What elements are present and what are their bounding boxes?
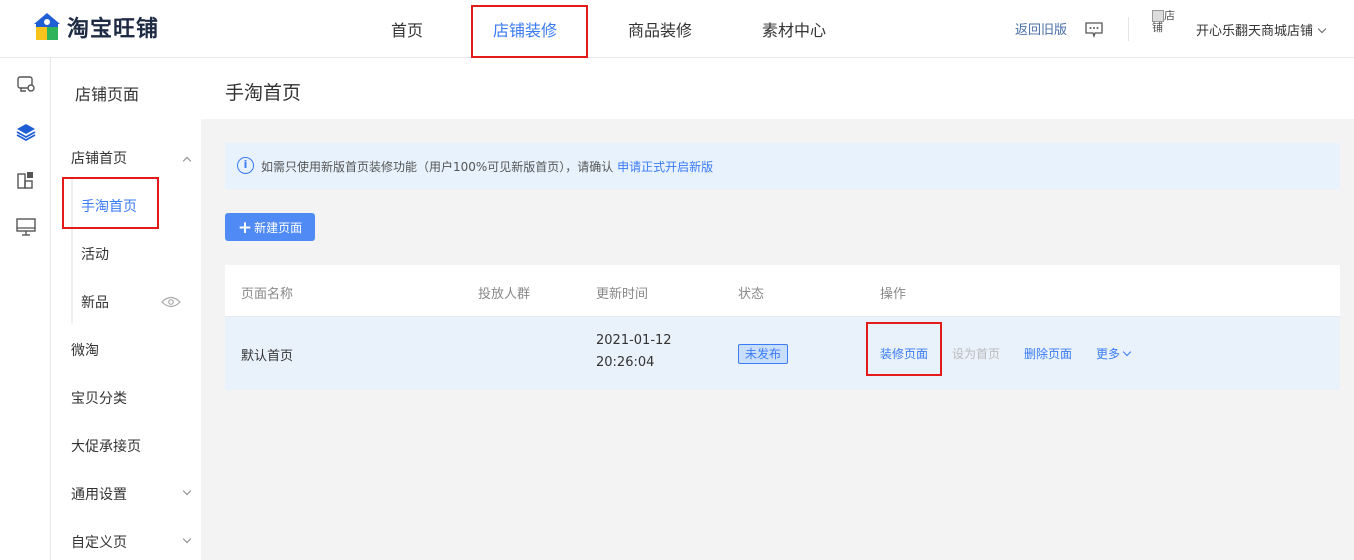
sidebar-title: 店铺页面 (75, 85, 140, 104)
chevron-down-icon[interactable] (182, 486, 192, 496)
shop-name-dropdown[interactable]: 开心乐翻天商城店铺 (1196, 20, 1327, 39)
nav-product-decoration[interactable]: 商品装修 (628, 17, 692, 41)
chevron-up-icon[interactable] (182, 156, 192, 166)
page-sidebar: 店铺页面 店铺首页 手淘首页 活动 新品 微淘 宝贝分类 大促承接页 通用设置 … (51, 58, 201, 560)
updated-date: 2021-01-12 (596, 333, 672, 348)
chevron-down-icon[interactable] (182, 534, 192, 544)
page-title: 手淘首页 (225, 82, 302, 104)
eye-icon[interactable] (161, 296, 181, 308)
shop-name: 开心乐翻天商城店铺 (1196, 24, 1314, 39)
sidebar-item-categories[interactable]: 宝贝分类 (71, 388, 127, 408)
avatar[interactable]: 店铺 (1152, 10, 1182, 46)
brand-logo[interactable]: 淘宝旺铺 (33, 11, 159, 43)
sidebar-item-new-arrivals[interactable]: 新品 (81, 292, 109, 312)
brand-name: 淘宝旺铺 (67, 17, 160, 42)
notice-message: 如需只使用新版首页装修功能（用户100%可见新版首页），请确认 (261, 160, 614, 174)
new-page-label: 新建页面 (254, 221, 303, 235)
column-header-name: 页面名称 (241, 287, 294, 302)
main-header: 手淘首页 (201, 58, 1354, 119)
icon-rail (0, 58, 51, 560)
more-label: 更多 (1096, 347, 1121, 361)
page-name-cell: 默认首页 (241, 349, 294, 364)
highlight-box-decorate (866, 322, 942, 376)
top-bar: 淘宝旺铺 首页 店铺装修 商品装修 素材中心 返回旧版 店铺 开心乐翻天商城店铺 (0, 0, 1354, 58)
info-icon: i (237, 157, 254, 174)
pages-table: 页面名称 投放人群 更新时间 状态 操作 默认首页 2021-01-12 20:… (225, 265, 1340, 390)
status-badge: 未发布 (738, 344, 789, 364)
taobao-shop-logo-icon (34, 13, 60, 40)
more-actions-dropdown[interactable]: 更多 (1096, 345, 1132, 362)
column-header-status: 状态 (738, 287, 765, 302)
table-row: 默认首页 2021-01-12 20:26:04 未发布 装修页面 设为首页 删… (225, 316, 1340, 390)
monitor-icon[interactable] (16, 217, 36, 237)
notice-text: 如需只使用新版首页装修功能（用户100%可见新版首页），请确认 申请正式开启新版 (261, 158, 713, 175)
back-to-old-version-link[interactable]: 返回旧版 (1015, 19, 1067, 38)
apply-new-version-link[interactable]: 申请正式开启新版 (617, 160, 713, 174)
sidebar-group-shop-home[interactable]: 店铺首页 (71, 148, 127, 168)
chevron-down-icon (1122, 347, 1132, 357)
sidebar-item-custom-pages[interactable]: 自定义页 (71, 532, 127, 552)
sidebar-item-promo-landing[interactable]: 大促承接页 (71, 436, 141, 456)
layers-icon[interactable] (16, 122, 36, 142)
shop-settings-icon[interactable] (16, 74, 36, 94)
column-header-actions: 操作 (880, 287, 907, 302)
modules-icon[interactable] (16, 170, 36, 190)
header-divider (1128, 17, 1129, 41)
chevron-down-icon (1317, 24, 1327, 34)
main-content: i 如需只使用新版首页装修功能（用户100%可见新版首页），请确认 申请正式开启… (201, 119, 1354, 560)
delete-page-button[interactable]: 删除页面 (1024, 345, 1072, 362)
nav-home[interactable]: 首页 (391, 17, 423, 41)
column-header-updated: 更新时间 (596, 287, 649, 302)
notice-banner: i 如需只使用新版首页装修功能（用户100%可见新版首页），请确认 申请正式开启… (225, 143, 1340, 189)
new-page-button[interactable]: + 新建页面 (225, 213, 315, 241)
nav-material-center[interactable]: 素材中心 (762, 17, 826, 41)
sidebar-item-activity[interactable]: 活动 (81, 244, 109, 264)
column-header-audience: 投放人群 (478, 287, 531, 302)
highlight-box-sidebar (62, 177, 159, 229)
sidebar-item-weitao[interactable]: 微淘 (71, 340, 99, 360)
sidebar-item-general-settings[interactable]: 通用设置 (71, 484, 127, 504)
set-as-home-button: 设为首页 (952, 347, 1001, 361)
updated-time: 20:26:04 (596, 355, 655, 370)
highlight-box-nav (471, 5, 588, 58)
plus-icon: + (237, 218, 253, 238)
message-icon[interactable] (1085, 22, 1103, 38)
